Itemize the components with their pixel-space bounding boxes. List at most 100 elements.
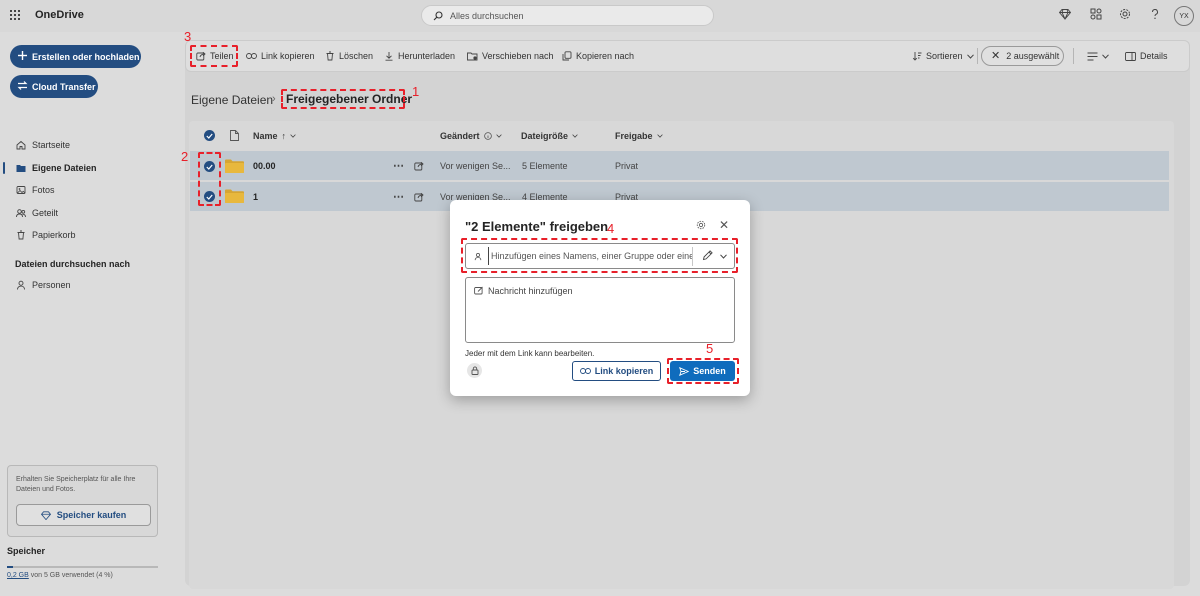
cloud-transfer-button[interactable]: Cloud Transfer: [10, 75, 98, 98]
delete-button[interactable]: Löschen: [325, 40, 373, 72]
app-launcher-icon[interactable]: [10, 10, 20, 20]
home-icon: [16, 140, 26, 150]
diamond-icon[interactable]: [1059, 8, 1071, 20]
sidebar-item-recycle-bin[interactable]: Papierkorb: [16, 228, 76, 242]
select-all-checkbox[interactable]: [204, 130, 215, 141]
annotation-box-people-picker: [461, 238, 738, 273]
settings-icon[interactable]: [696, 220, 706, 230]
sidebar-item-photos[interactable]: Fotos: [16, 183, 55, 197]
toolbar-divider: [977, 48, 978, 64]
row-size: 5 Elemente: [522, 161, 568, 171]
more-actions-icon[interactable]: ⋯: [393, 159, 404, 172]
copy-to-button[interactable]: Kopieren nach: [562, 40, 634, 72]
trash-icon: [17, 230, 25, 240]
row-name[interactable]: 00.00: [253, 161, 276, 171]
breadcrumb-root[interactable]: Eigene Dateien: [191, 93, 273, 107]
create-upload-button[interactable]: Erstellen oder hochladen: [10, 45, 141, 68]
share-icon[interactable]: [414, 192, 424, 202]
copy-link-button[interactable]: Link kopieren: [572, 361, 661, 381]
app-title[interactable]: OneDrive: [35, 9, 84, 21]
sidebar-item-my-files[interactable]: Eigene Dateien: [16, 161, 97, 175]
message-field[interactable]: Nachricht hinzufügen: [465, 277, 735, 343]
share-icon[interactable]: [414, 161, 424, 171]
network-icon[interactable]: [1090, 8, 1102, 20]
sort-icon: [912, 52, 922, 61]
avatar[interactable]: YX: [1174, 6, 1194, 26]
sidebar-item-people[interactable]: Personen: [16, 278, 71, 292]
link-icon: [246, 53, 257, 59]
chevron-down-icon: [1102, 53, 1109, 59]
sidebar-item-label: Papierkorb: [32, 230, 76, 240]
selection-count-label: 2 ausgewählt: [1006, 51, 1060, 61]
file-type-icon: [230, 130, 239, 141]
toolbar-divider: [1073, 48, 1074, 64]
link-settings-button[interactable]: [467, 363, 482, 378]
storage-used-rest: von 5 GB verwendet (4 %): [28, 572, 113, 579]
sort-button[interactable]: Sortieren: [912, 40, 974, 72]
annotation-number: 2: [181, 149, 189, 164]
photo-icon: [16, 186, 26, 194]
people-icon: [16, 209, 26, 218]
annotation-box-send: [667, 358, 739, 384]
delete-label: Löschen: [339, 51, 374, 61]
column-header-name-label: Name: [253, 131, 278, 141]
storage-promo-text: Erhalten Sie Speicherplatz für alle Ihre…: [16, 476, 136, 493]
column-header-modified[interactable]: Geändert: [440, 131, 502, 141]
selection-count-pill[interactable]: ✕ 2 ausgewählt: [981, 46, 1064, 66]
close-icon[interactable]: ✕: [991, 50, 1000, 62]
row-modified: Vor wenigen Se...: [440, 161, 511, 171]
sidebar-item-label: Personen: [32, 280, 71, 290]
browse-heading: Dateien durchsuchen nach: [15, 259, 131, 269]
info-icon: [483, 132, 492, 140]
annotation-box-breadcrumb: [281, 89, 405, 109]
chevron-down-icon: [290, 134, 296, 138]
move-to-label: Verschieben nach: [482, 51, 554, 61]
help-icon[interactable]: [1149, 8, 1161, 20]
move-to-button[interactable]: Verschieben nach: [467, 40, 554, 72]
sidebar-item-label: Geteilt: [32, 208, 59, 218]
download-button[interactable]: Herunterladen: [384, 40, 455, 72]
more-actions-icon[interactable]: ⋯: [393, 190, 404, 203]
sort-ascending-icon: ↑: [281, 131, 287, 141]
download-icon: [385, 52, 393, 61]
search-box[interactable]: Alles durchsuchen: [421, 5, 714, 26]
list-view-icon: [1087, 52, 1098, 60]
cloud-transfer-label: Cloud Transfer: [32, 81, 96, 92]
sidebar-item-home[interactable]: Startseite: [16, 138, 70, 152]
message-placeholder: Nachricht hinzufügen: [488, 286, 573, 296]
copy-link-button[interactable]: Link kopieren: [246, 40, 315, 72]
annotation-number: 3: [184, 29, 192, 44]
sidebar-item-shared[interactable]: Geteilt: [16, 206, 58, 220]
column-header-sharing[interactable]: Freigabe: [615, 131, 663, 141]
column-header-name[interactable]: Name ↑: [253, 131, 296, 141]
settings-icon[interactable]: [1119, 8, 1131, 20]
link-permission-note: Jeder mit dem Link kann bearbeiten.: [465, 349, 595, 358]
column-header-size-label: Dateigröße: [521, 131, 569, 141]
annotation-box-share: [190, 45, 238, 67]
storage-used-link[interactable]: 0,2 GB: [7, 572, 29, 579]
details-button[interactable]: Details: [1125, 40, 1168, 72]
view-options-button[interactable]: [1087, 40, 1109, 72]
trash-icon: [326, 51, 334, 61]
move-folder-icon: [467, 52, 478, 61]
check-icon: [206, 133, 213, 139]
search-placeholder: Alles durchsuchen: [450, 11, 524, 21]
copy-icon: [562, 51, 572, 61]
sidebar-item-label: Startseite: [32, 140, 71, 150]
table-row[interactable]: [190, 151, 1169, 180]
chevron-down-icon: [495, 134, 502, 138]
annotation-number: 4: [607, 221, 615, 236]
buy-storage-button[interactable]: Speicher kaufen: [16, 504, 151, 526]
column-header-size[interactable]: Dateigröße: [521, 131, 578, 141]
details-pane-icon: [1125, 51, 1136, 61]
storage-promo-card: Erhalten Sie Speicherplatz für alle Ihre…: [7, 465, 158, 537]
download-label: Herunterladen: [398, 51, 456, 61]
person-icon: [17, 280, 25, 290]
copy-to-label: Kopieren nach: [576, 51, 635, 61]
storage-meter: [7, 566, 158, 568]
lock-icon: [471, 366, 478, 375]
chevron-down-icon: [656, 134, 663, 138]
row-name[interactable]: 1: [253, 192, 258, 202]
close-icon[interactable]: ✕: [719, 219, 729, 231]
chevron-down-icon: [966, 53, 974, 59]
